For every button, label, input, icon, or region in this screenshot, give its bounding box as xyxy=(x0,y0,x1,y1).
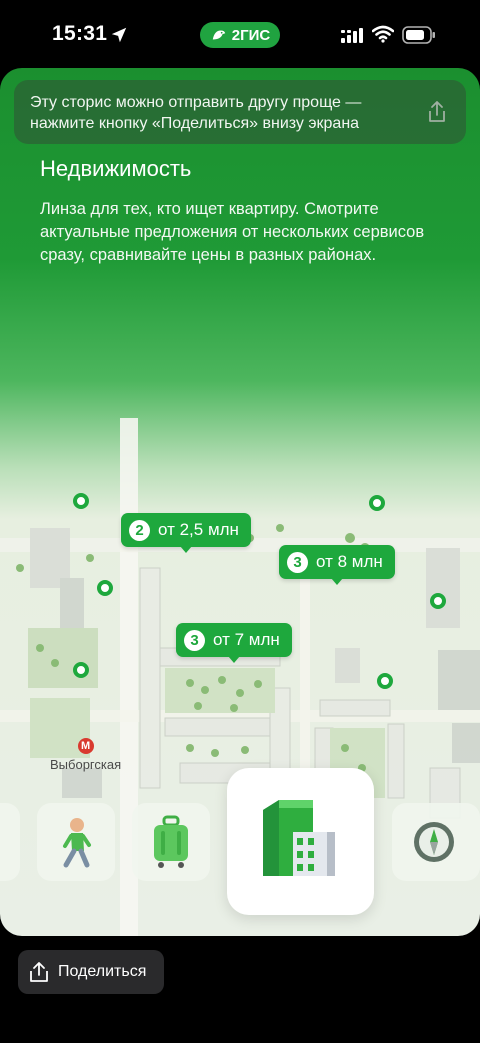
status-bar: 15:31 2ГИС xyxy=(0,0,480,66)
share-button-label: Поделиться xyxy=(58,963,147,980)
map-marker-dot[interactable] xyxy=(73,662,89,678)
story-card[interactable]: Эту сторис можно отправить другу проще —… xyxy=(0,68,480,936)
pin-label: от 7 млн xyxy=(213,630,280,649)
location-arrow-icon xyxy=(111,27,127,43)
map-marker-dot[interactable] xyxy=(73,493,89,509)
app-badge[interactable]: 2ГИС xyxy=(200,22,280,48)
pin-count: 2 xyxy=(129,519,150,541)
metro-label: Выборгская xyxy=(50,757,122,772)
pin-count: 3 xyxy=(287,551,308,573)
lens-walking[interactable] xyxy=(37,803,115,881)
price-pin[interactable]: 3 от 8 млн xyxy=(279,545,395,585)
map-marker-dot[interactable] xyxy=(97,580,113,596)
share-icon xyxy=(30,962,48,982)
map-marker-dot[interactable] xyxy=(369,495,385,511)
story-description: Линза для тех, кто ищет квартиру. Смотри… xyxy=(40,200,425,264)
battery-icon xyxy=(402,26,435,44)
map-marker-dot[interactable] xyxy=(377,673,393,689)
signal-icon xyxy=(341,28,363,43)
pin-count: 3 xyxy=(184,629,205,651)
lens-travel[interactable] xyxy=(132,803,210,881)
share-hint-text: Эту сторис можно отправить другу проще —… xyxy=(30,94,362,132)
lens-real-estate[interactable] xyxy=(227,768,374,915)
metro-icon: М xyxy=(77,738,94,754)
status-time: 15:31 xyxy=(52,22,108,45)
wifi-icon xyxy=(372,25,394,43)
lens-item-partial[interactable] xyxy=(0,803,20,881)
pin-label: от 8 млн xyxy=(316,552,383,571)
price-pin[interactable]: 2 от 2,5 млн xyxy=(121,513,251,553)
walking-person-icon xyxy=(63,818,91,868)
map-marker-dot[interactable] xyxy=(430,593,446,609)
buildings-icon xyxy=(263,800,335,876)
share-hint-banner[interactable]: Эту сторис можно отправить другу проще —… xyxy=(14,80,466,144)
compass-icon xyxy=(414,822,454,862)
app-badge-label: 2ГИС xyxy=(231,26,271,44)
suitcase-icon xyxy=(154,815,188,868)
pin-label: от 2,5 млн xyxy=(158,520,239,539)
lens-navigation[interactable] xyxy=(392,803,480,881)
bird-logo-icon xyxy=(212,30,225,40)
price-pin[interactable]: 3 от 7 млн xyxy=(176,623,292,663)
story-title: Недвижимость xyxy=(40,156,192,181)
share-icon[interactable] xyxy=(426,100,448,124)
metro-station[interactable]: М Выборгская xyxy=(50,738,121,772)
share-button[interactable]: Поделиться xyxy=(18,950,164,994)
